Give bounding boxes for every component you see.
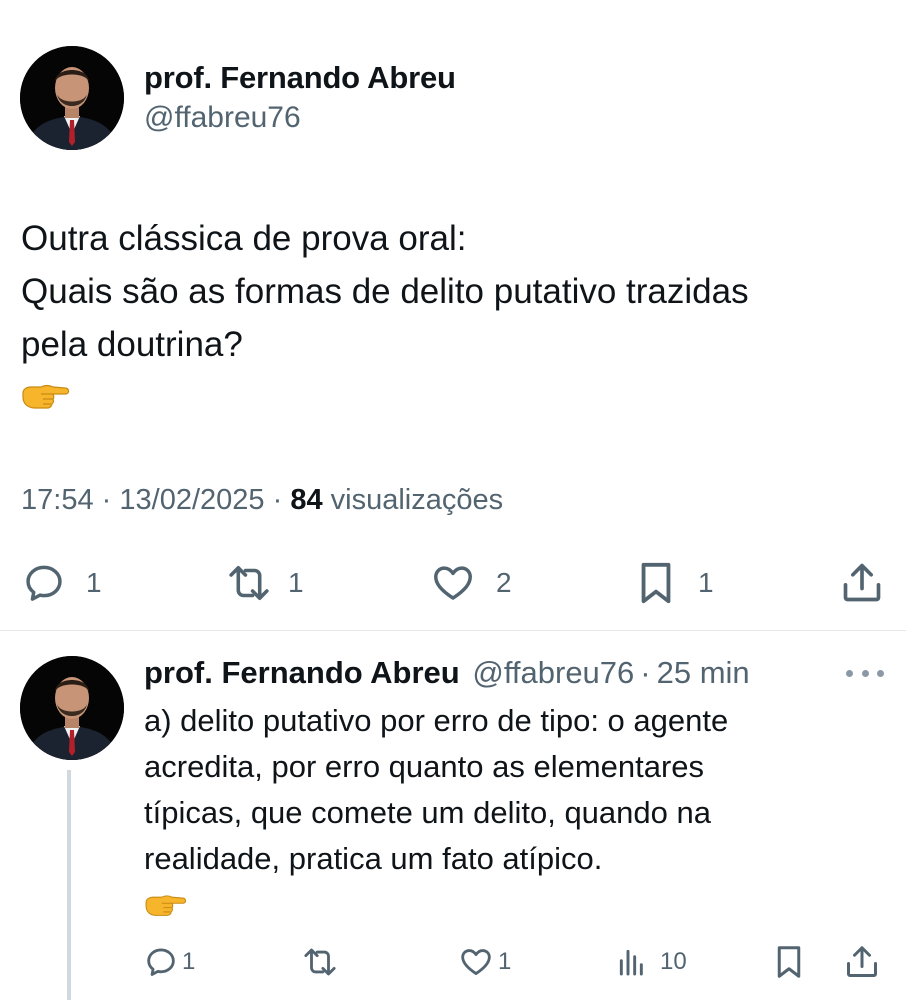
pointing-right-icon <box>22 384 70 409</box>
meta-separator: · <box>101 484 112 516</box>
heart-icon <box>461 949 491 976</box>
views-count: 84 <box>290 484 323 516</box>
pointing-hand-emoji: 👉 <box>21 371 891 424</box>
reply-author-avatar[interactable] <box>20 656 124 760</box>
reply-header: prof. Fernando Abreu @ffabreu76 · 25 min <box>144 655 750 691</box>
tweet-text-line: pela doutrina? <box>21 325 243 364</box>
reply-author-handle[interactable]: @ffabreu76 <box>472 655 634 690</box>
author-handle[interactable]: @ffabreu76 <box>144 101 301 135</box>
bar-chart-icon <box>619 949 643 976</box>
like-count: 2 <box>496 567 512 598</box>
avatar-portrait-image <box>20 46 124 150</box>
bookmark-icon <box>641 562 671 604</box>
avatar-portrait-image <box>20 656 124 760</box>
bookmark-icon <box>777 946 801 978</box>
retweet-arrows-icon <box>229 566 269 600</box>
speech-bubble-icon <box>26 565 62 601</box>
pointing-right-icon <box>145 895 187 916</box>
tweet-meta: 17:54 · 13/02/2025 · 84 visualizações <box>21 484 503 517</box>
tweet-text-line: Outra clássica de prova oral: <box>21 219 467 258</box>
tweet-text-line: Quais são as formas de delito putativo t… <box>21 272 749 311</box>
retweet-button[interactable]: 1 <box>224 558 304 608</box>
bookmark-button[interactable]: 1 <box>636 558 714 608</box>
reply-views-button[interactable]: 10 <box>616 940 687 984</box>
heart-icon <box>434 566 472 600</box>
share-upload-icon <box>847 946 877 977</box>
reply-text-line: a) delito putativo por erro de tipo: o a… <box>144 703 729 738</box>
reply-time[interactable]: 25 min <box>657 655 750 690</box>
reply-text-line: realidade, pratica um fato atípico. <box>144 841 603 876</box>
meta-separator: · <box>272 484 283 516</box>
tweet-text: Outra clássica de prova oral: Quais são … <box>21 212 891 424</box>
reply-reply-button[interactable]: 1 <box>144 940 195 984</box>
retweet-arrows-icon <box>304 948 336 976</box>
like-button[interactable]: 2 <box>430 558 512 608</box>
more-dot <box>877 669 884 677</box>
pointing-hand-emoji: 👉 <box>144 882 884 928</box>
reply-count: 1 <box>86 567 102 598</box>
more-dot <box>861 669 869 677</box>
tweet-time[interactable]: 17:54 <box>21 484 94 516</box>
reply-author-name[interactable]: prof. Fernando Abreu <box>144 655 460 690</box>
tweet-date[interactable]: 13/02/2025 <box>119 484 264 516</box>
more-dots-icon <box>846 669 853 677</box>
reply-like-button[interactable]: 1 <box>458 940 511 984</box>
reply-text: a) delito putativo por erro de tipo: o a… <box>144 698 884 928</box>
more-options-button[interactable] <box>846 658 884 688</box>
tweet-divider <box>0 630 906 631</box>
reply-text-line: acredita, por erro quanto as elementares <box>144 749 705 784</box>
author-name[interactable]: prof. Fernando Abreu <box>144 60 456 96</box>
reply-like-count: 1 <box>498 948 512 975</box>
reply-bookmark-button[interactable] <box>774 940 804 984</box>
tweet-actions: 1 1 2 1 <box>0 558 906 608</box>
share-upload-icon <box>843 563 881 602</box>
reply-separator: · <box>640 655 651 690</box>
share-button[interactable] <box>840 558 884 608</box>
bookmark-count: 1 <box>698 567 714 598</box>
reply-views-count: 10 <box>660 948 687 975</box>
speech-bubble-icon <box>147 948 175 976</box>
reply-text-line: típicas, que comete um delito, quando na <box>144 795 711 830</box>
reply-actions: 1 1 10 <box>0 940 906 984</box>
reply-button[interactable]: 1 <box>22 558 102 608</box>
reply-reply-count: 1 <box>182 948 196 975</box>
reply-retweet-button[interactable] <box>300 940 340 984</box>
reply-share-button[interactable] <box>844 940 880 984</box>
views-label: visualizações <box>330 484 504 516</box>
retweet-count: 1 <box>288 567 304 598</box>
author-avatar[interactable] <box>20 46 124 150</box>
